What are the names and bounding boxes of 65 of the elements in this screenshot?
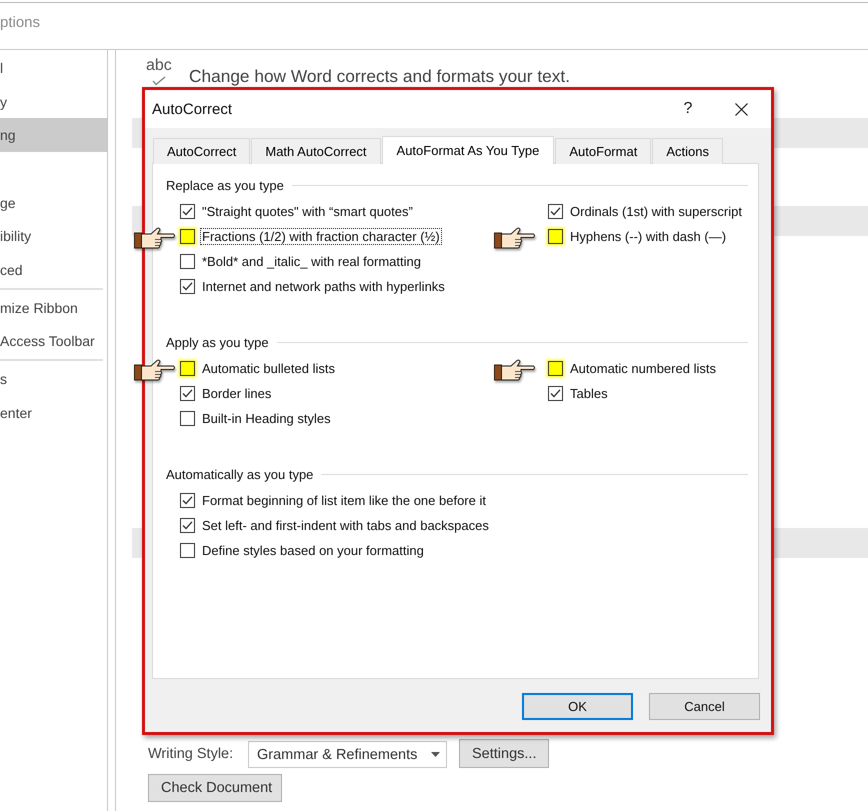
checkbox[interactable]	[180, 204, 195, 219]
tab[interactable]: Math AutoCorrect	[251, 138, 381, 164]
checkbox-label: *Bold* and _italic_ with real formatting	[201, 253, 422, 270]
sidebar-item[interactable]: ibility	[0, 219, 107, 254]
checkmark-icon	[181, 387, 194, 400]
sidebar-item[interactable]: Access Toolbar	[0, 324, 107, 358]
sidebar-item[interactable]: l	[0, 51, 107, 85]
checkbox[interactable]	[180, 229, 195, 244]
checkbox[interactable]	[180, 543, 195, 558]
sidebar-item[interactable]: enter	[0, 396, 107, 430]
checkmark-icon	[181, 205, 194, 218]
caret-icon	[431, 752, 440, 757]
checkbox-label: Tables	[569, 385, 609, 402]
checkbox[interactable]	[180, 493, 195, 508]
group-title: Automatically as you type	[166, 466, 314, 482]
checkbox[interactable]	[548, 204, 563, 219]
settings-button[interactable]: Settings...	[459, 739, 550, 768]
check-document-button[interactable]: Check Document	[148, 774, 282, 802]
sidebar-item[interactable]: ge	[0, 186, 107, 220]
checkmark-icon	[181, 494, 194, 507]
sidebar-item[interactable]: ng	[0, 118, 107, 152]
sidebar-item[interactable]: mize Ribbon	[0, 290, 107, 324]
checkbox-label: Ordinals (1st) with superscript	[569, 203, 743, 220]
writing-style-label: Writing Style:	[148, 746, 234, 762]
checkbox[interactable]	[548, 361, 563, 376]
checkbox[interactable]	[180, 279, 195, 294]
sidebar-item[interactable]: ced	[0, 253, 107, 287]
window-title: ptions	[0, 14, 40, 32]
close-icon	[734, 102, 748, 116]
checkbox[interactable]	[180, 518, 195, 533]
checkbox-label: Set left- and first-indent with tabs and backspaces	[201, 517, 490, 534]
checkbox[interactable]	[548, 229, 563, 244]
checkbox[interactable]	[180, 411, 195, 426]
checkbox-label: Internet and network paths with hyperlinks	[201, 278, 446, 295]
tab[interactable]: AutoCorrect	[153, 138, 250, 164]
checkmark-icon	[181, 280, 194, 293]
sidebar-item[interactable]: s	[0, 362, 107, 396]
checkbox-label: Fractions (1/2) with fraction character (½)	[200, 228, 442, 245]
checkbox-label: Built-in Heading styles	[201, 410, 332, 427]
group-title: Apply as you type	[166, 334, 269, 350]
group-title: Replace as you type	[166, 178, 284, 192]
checkbox[interactable]	[180, 254, 195, 269]
tab[interactable]: AutoFormat As You Type	[382, 136, 554, 164]
dialog-button[interactable]: Cancel	[649, 693, 760, 720]
section-description: Change how Word corrects and formats your text.	[189, 65, 570, 86]
checkmark-icon	[181, 519, 194, 532]
checkbox[interactable]	[548, 386, 563, 401]
writing-style-dropdown[interactable]: Grammar & Refinements	[248, 741, 447, 768]
checkbox-label: "Straight quotes" with “smart quotes”	[201, 203, 414, 220]
checkbox[interactable]	[180, 361, 195, 376]
dialog-button[interactable]: OK	[522, 693, 633, 720]
tab[interactable]: AutoFormat	[555, 138, 652, 164]
checkbox-label: Hyphens (--) with dash (—)	[569, 228, 728, 245]
checkbox-label: Define styles based on your formatting	[201, 542, 425, 559]
sidebar-item[interactable]: y	[0, 84, 107, 118]
tab[interactable]: Actions	[652, 138, 723, 164]
checkbox-label: Automatic numbered lists	[569, 360, 717, 377]
checkbox[interactable]	[180, 386, 195, 401]
checkbox-label: Automatic bulleted lists	[201, 360, 336, 377]
checkbox-label: Border lines	[201, 385, 272, 402]
help-button[interactable]: ?	[676, 94, 700, 124]
checkmark-icon	[549, 387, 562, 400]
checkbox-label: Format beginning of list item like the one before it	[201, 492, 487, 509]
checkmark-icon	[549, 205, 562, 218]
dialog-title: AutoCorrect	[152, 100, 234, 118]
